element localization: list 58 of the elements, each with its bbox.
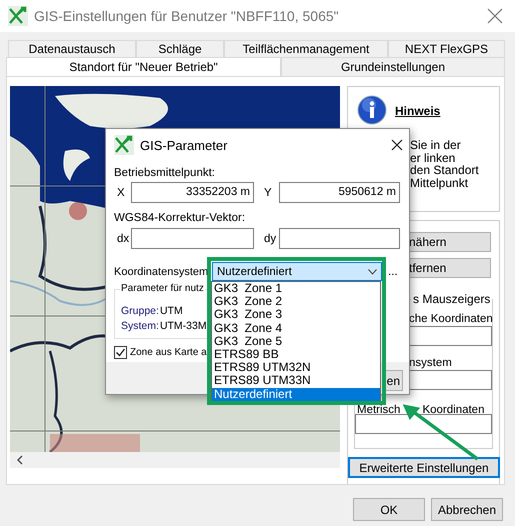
scroll-left-icon[interactable] xyxy=(16,455,24,465)
dropdown-option[interactable]: GK3 Zone 5 xyxy=(212,334,380,348)
field-label: dy xyxy=(263,232,278,244)
field-label: Metrisch xyxy=(357,403,400,417)
coordinate-field[interactable] xyxy=(355,414,492,434)
checkbox-label: Zone aus Karte a xyxy=(130,346,207,358)
section-label: WGS84-Korrektur-Vektor: xyxy=(114,211,246,225)
field-label: Y xyxy=(263,186,273,198)
tab[interactable]: NEXT FlexGPS xyxy=(388,40,505,57)
field-label: Koordinaten xyxy=(422,403,484,417)
coordinate-field[interactable]: 33352203 m xyxy=(131,182,254,203)
tab[interactable]: Grundeinstellungen xyxy=(281,57,505,76)
info-icon xyxy=(357,95,387,125)
field-label: nsystem xyxy=(409,356,452,370)
parameter-value: UTM-33M xyxy=(160,319,207,334)
dropdown-option[interactable]: GK3 Zone 2 xyxy=(212,295,380,308)
hint-text: er linken xyxy=(410,152,456,164)
dropdown-option[interactable]: GK3 Zone 1 xyxy=(212,282,380,296)
tab[interactable]: Schläge xyxy=(136,40,224,57)
hint-text: den Standort xyxy=(410,164,479,176)
dialog-title: GIS-Parameter xyxy=(140,138,228,152)
vector-field[interactable] xyxy=(279,228,400,249)
field-label: X xyxy=(116,186,126,198)
field-label: dx xyxy=(116,232,130,244)
window-title: GIS-Einstellungen für Benutzer "NBFF110, 5065" xyxy=(34,8,339,24)
scrollbar[interactable] xyxy=(10,452,340,468)
hint-text: Mittelpunkt xyxy=(410,176,470,189)
dropdown-option[interactable]: ETRS89 UTM32N xyxy=(212,361,380,374)
app-icon xyxy=(8,6,28,26)
ok-button[interactable]: OK xyxy=(353,498,425,521)
tab[interactable]: Standort für "Neuer Betrieb" xyxy=(6,57,281,76)
cancel-button[interactable]: Abbrechen xyxy=(431,498,503,521)
field-label: che Koordinaten xyxy=(409,312,493,326)
group-legend: Parameter für nutz xyxy=(120,283,205,294)
dropdown-option[interactable]: ETRS89 BB xyxy=(212,348,380,362)
field-label: Koordinatensystem xyxy=(114,266,210,278)
more-button[interactable]: ... xyxy=(388,266,398,278)
chevron-icon xyxy=(368,268,377,274)
dropdown-option[interactable]: Nutzerdefiniert xyxy=(212,388,380,401)
vector-field[interactable] xyxy=(131,228,254,249)
coordinate-system-dropdown[interactable]: Nutzerdefiniert xyxy=(212,262,382,281)
dropdown-option[interactable]: GK3 Zone 4 xyxy=(212,322,380,335)
app-icon xyxy=(114,135,134,155)
group-legend: s Mauszeigers xyxy=(411,292,492,306)
dropdown-option[interactable]: GK3 Zone 3 xyxy=(212,308,380,322)
advanced-settings-button[interactable]: Erweiterte Einstellungen xyxy=(348,457,500,478)
checkbox[interactable] xyxy=(114,346,127,358)
tab[interactable]: Teilflächenmanagement xyxy=(224,40,388,57)
parameter-label: System: xyxy=(121,319,159,334)
parameter-label: Gruppe: xyxy=(121,304,159,319)
parameter-value: UTM xyxy=(160,304,183,319)
close-icon[interactable] xyxy=(391,139,403,151)
hint-title: Hinweis xyxy=(395,104,440,118)
dropdown-option[interactable]: ETRS89 UTM33N xyxy=(212,374,380,388)
coordinate-field[interactable]: 5950612 m xyxy=(279,182,400,203)
hint-text: Sie in der xyxy=(410,139,462,152)
section-label: Betriebsmittelpunkt: xyxy=(114,166,216,180)
tab[interactable]: Datenaustausch xyxy=(8,40,136,57)
